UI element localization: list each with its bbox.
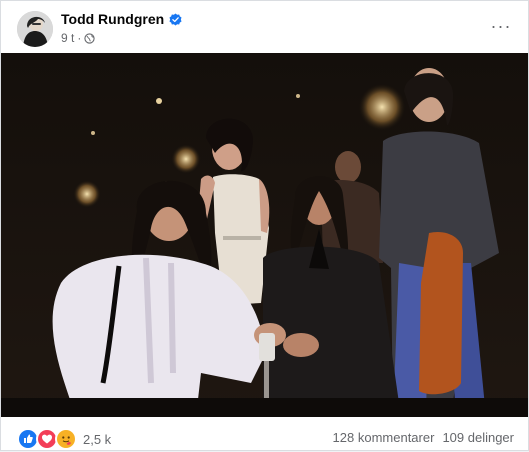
reaction-count: 2,5 k xyxy=(83,431,112,447)
shares-count-link[interactable]: 109 delinger xyxy=(442,430,514,445)
avatar-portrait-icon xyxy=(17,11,53,47)
post-card: Todd Rundgren 9 t · ··· 2,5 k 128 kommen… xyxy=(0,0,529,451)
post-footer: 2,5 k 128 kommentarer 109 delinger xyxy=(1,419,528,452)
engagement-counts: 128 kommentarer 109 delinger xyxy=(333,430,514,445)
post-header: Todd Rundgren 9 t · ··· xyxy=(1,1,528,53)
reactions-summary[interactable]: 2,5 k xyxy=(17,428,111,450)
author-row: Todd Rundgren xyxy=(61,11,182,27)
more-horizontal-icon: ··· xyxy=(490,15,512,36)
author-name[interactable]: Todd Rundgren xyxy=(61,11,164,27)
author-avatar[interactable] xyxy=(17,11,53,47)
comments-count-link[interactable]: 128 kommentarer xyxy=(333,430,435,445)
verified-badge-icon xyxy=(169,12,182,26)
more-options-button[interactable]: ··· xyxy=(486,11,516,41)
post-timestamp[interactable]: 9 t xyxy=(61,31,74,45)
meta-separator: · xyxy=(77,31,82,45)
globe-icon[interactable] xyxy=(84,32,95,44)
post-photo[interactable] xyxy=(1,53,528,417)
care-icon xyxy=(55,428,77,450)
band-photo-image xyxy=(1,53,528,417)
post-meta: 9 t · xyxy=(61,31,95,45)
